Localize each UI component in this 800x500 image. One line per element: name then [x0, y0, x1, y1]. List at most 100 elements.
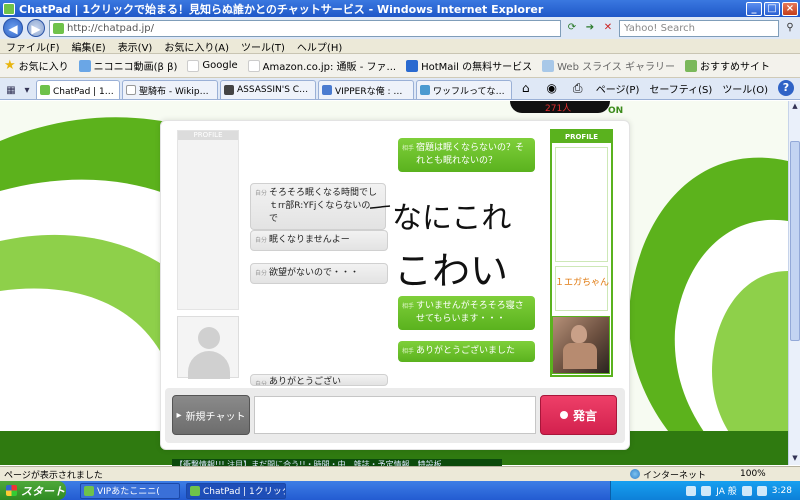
star-icon: ★ [4, 58, 16, 73]
window-title: ChatPad | 1クリックで始まる！見知らぬ誰かとのチャットサービス - W… [19, 2, 544, 16]
menu-tools[interactable]: ツール(T) [241, 39, 285, 54]
partner-profile-box [555, 147, 608, 262]
url-field[interactable]: http://chatpad.jp/ [49, 19, 561, 37]
vipper-icon [322, 85, 332, 95]
windows-flag-icon [6, 485, 17, 496]
fav-item-webslice[interactable]: Web スライス ギャラリー [542, 58, 675, 73]
suggested-icon [684, 59, 697, 72]
tab-vipper[interactable]: VIPPERな俺 : 日本史... [318, 80, 414, 99]
menu-file[interactable]: ファイル(F) [6, 39, 60, 54]
avatar-head [198, 327, 220, 349]
scroll-thumb[interactable] [790, 141, 800, 341]
menu-favorites[interactable]: お気に入り(A) [164, 39, 229, 54]
tab-waffle[interactable]: ワッフルってなんかモッサリ... [416, 80, 512, 99]
message-partner-3: 相手 ありがとうございました [398, 341, 535, 362]
tools-menu[interactable]: ツール(O) [722, 81, 768, 96]
safety-menu[interactable]: セーフティ(S) [649, 81, 712, 96]
search-input[interactable]: Yahoo! Search [619, 19, 779, 37]
fav-item-amazon[interactable]: Amazon.co.jp: 通販 - ファ... [247, 58, 396, 73]
handwritten-annotation: なにこれ こわい [370, 201, 511, 290]
close-button[interactable]: × [782, 1, 798, 16]
back-button[interactable]: ◀ [3, 18, 23, 38]
favorites-bar: ★ お気に入り ニコニコ動画(β β) Google Amazon.co.jp:… [0, 54, 800, 78]
wikipedia-icon [126, 85, 136, 95]
page-scrollbar[interactable]: ▲ ▼ [788, 101, 800, 465]
new-chat-button[interactable]: ▸ 新規チャット [172, 395, 250, 435]
system-tray: JA 般 3:28 [610, 481, 800, 500]
tab-chatpad[interactable]: ChatPad | 1クリック... [36, 80, 120, 99]
task-chatpad[interactable]: ChatPad | 1クリックで... [186, 482, 286, 499]
fav-item-suggested[interactable]: おすすめサイト [684, 58, 770, 73]
quick-tabs-icon[interactable]: ▦ [4, 83, 18, 99]
amazon-icon [247, 59, 260, 72]
chatpad-icon [3, 2, 15, 15]
tray-icon-4[interactable] [756, 485, 767, 496]
status-bar: ページが表示されました インターネット 100% [0, 466, 800, 481]
screen: ChatPad | 1クリックで始まる！見知らぬ誰かとのチャットサービス - W… [0, 0, 800, 500]
ime-indicator[interactable]: JA 般 [716, 484, 737, 497]
waffle-icon [420, 85, 430, 95]
print-icon[interactable]: ⎙ [570, 80, 586, 96]
message-input[interactable] [254, 396, 536, 434]
window-titlebar: ChatPad | 1クリックで始まる！見知らぬ誰かとのチャットサービス - W… [0, 0, 800, 17]
chevron-right-icon: ▸ [176, 409, 182, 421]
command-bar: ⌂ ◉ ⎙ ページ(P) セーフティ(S) ツール(O) ? [518, 80, 794, 96]
scroll-down-icon[interactable]: ▼ [790, 454, 800, 464]
refresh-icon[interactable]: ⟳ [565, 21, 579, 35]
address-bar: ◀ ▶ http://chatpad.jp/ ⟳ ➔ ✕ Yahoo! Sear… [0, 17, 800, 39]
menu-edit[interactable]: 編集(E) [72, 39, 106, 54]
url-text: http://chatpad.jp/ [67, 22, 155, 34]
nicovideo-icon [78, 59, 91, 72]
stop-icon[interactable]: ✕ [601, 21, 615, 35]
page-menu[interactable]: ページ(P) [596, 81, 640, 96]
minimize-button[interactable]: _ [746, 1, 762, 16]
send-icon [559, 411, 568, 419]
forward-button[interactable]: ▶ [27, 19, 45, 37]
favorites-button[interactable]: ★ お気に入り [4, 58, 69, 73]
message-partner-2: 相手 すいませんがそろそろ寝させてもらいます・・・ [398, 296, 535, 330]
tab-assassins-creed[interactable]: ASSASSIN'S CREED I... [220, 80, 316, 99]
fav-item-hotmail[interactable]: HotMail の無料サービス [406, 58, 532, 73]
maximize-button[interactable]: □ [764, 1, 780, 16]
site-favicon [53, 22, 64, 34]
message-me-2: 自分 眠くなりませんよー [250, 230, 388, 251]
start-button[interactable]: スタート [0, 481, 66, 500]
go-icon[interactable]: ➔ [583, 21, 597, 35]
status-text: ページが表示されました [4, 470, 103, 481]
message-me-3: 自分 欲望がないので・・・ [250, 263, 388, 284]
handwriting-line-2: こわい [394, 249, 508, 290]
online-status-label: ON [608, 106, 624, 116]
fav-item-nicovideo[interactable]: ニコニコ動画(β β) [78, 58, 177, 73]
security-zone[interactable]: インターネット [630, 468, 740, 481]
partner-profile-header: PROFILE [552, 131, 611, 143]
menu-help[interactable]: ヘルプ(H) [297, 39, 342, 54]
clock: 3:28 [771, 485, 792, 496]
my-profile-header: PROFILE [178, 131, 238, 140]
partner-photo [552, 316, 610, 374]
ie-icon [84, 485, 94, 496]
search-icon[interactable]: ⚲ [783, 21, 797, 35]
my-avatar [177, 316, 239, 379]
partner-profile-box-2 [555, 266, 608, 311]
help-icon[interactable]: ? [778, 80, 794, 96]
menu-view[interactable]: 表示(V) [118, 39, 153, 54]
my-profile-panel: PROFILE [177, 130, 239, 310]
tray-icon-3[interactable] [741, 485, 752, 496]
google-icon [187, 59, 200, 72]
globe-icon [630, 469, 640, 479]
rss-icon[interactable]: ◉ [544, 80, 560, 96]
scroll-up-icon[interactable]: ▲ [790, 102, 800, 112]
tray-icon-2[interactable] [701, 485, 712, 496]
menu-bar: ファイル(F) 編集(E) 表示(V) お気に入り(A) ツール(T) ヘルプ(… [0, 39, 800, 54]
message-me-4: 自分 ありがとうござい [250, 374, 388, 386]
task-vip[interactable]: VIPあたこニニ( [80, 482, 180, 499]
handwriting-line-1: なにこれ [392, 201, 511, 236]
tab-wikipedia[interactable]: 聖騎布 - Wikipedia [122, 80, 218, 99]
fav-item-google[interactable]: Google [187, 59, 238, 72]
send-button[interactable]: 発言 [540, 395, 617, 435]
tab-list-icon[interactable]: ▾ [20, 83, 34, 99]
tray-icon-1[interactable] [686, 485, 697, 496]
home-icon[interactable]: ⌂ [518, 80, 534, 96]
avatar-body [188, 351, 230, 379]
zoom-level[interactable]: 100% [740, 469, 800, 479]
